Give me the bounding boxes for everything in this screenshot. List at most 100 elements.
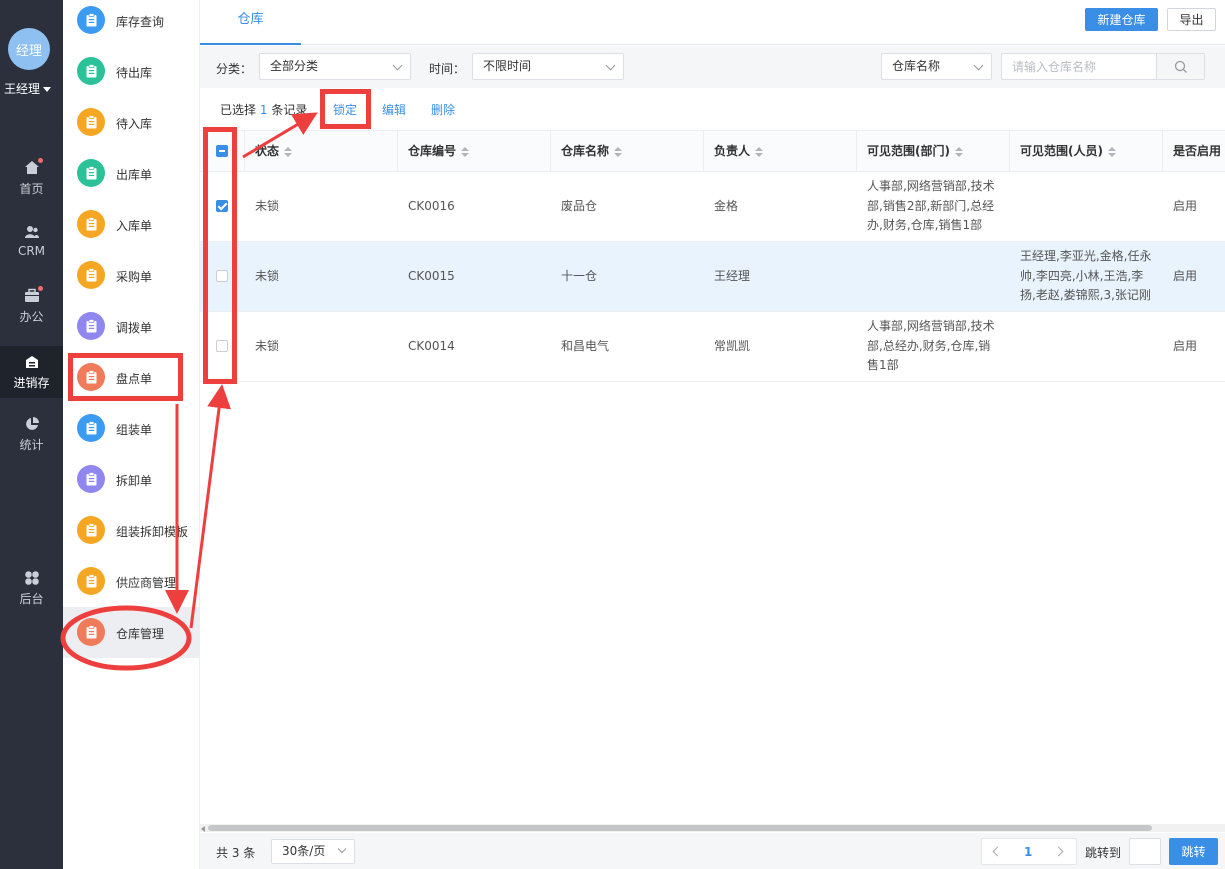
current-page[interactable]: 1 [1024,845,1032,859]
select-all-cell [200,131,245,172]
clipboard-icon [77,6,105,34]
menu-item[interactable]: 调拨单 [63,301,200,352]
pagination-bar: 共 3 条 30条/页 1 跳转到 跳转 [200,833,1225,869]
col-dept-scope[interactable]: 可见范围(部门) [857,131,1010,172]
col-name[interactable]: 仓库名称 [551,131,704,172]
menu-item[interactable]: 出库单 [63,148,200,199]
rail-item-home[interactable]: 首页 [0,158,63,212]
scrollbar-thumb[interactable] [208,825,1152,831]
rail-item-office[interactable]: 办公 [0,286,63,340]
row-checkbox[interactable] [216,270,228,282]
menu-item-label: 供应商管理 [116,576,177,590]
menu-item[interactable]: 拆卸单 [63,454,200,505]
category-select[interactable]: 全部分类 [259,53,411,80]
scroll-left-icon[interactable] [201,826,205,832]
chevron-down-icon [337,844,347,854]
app-rail: 经理 王经理 首页 CRM 办公 进销存 统计 后台 [0,0,63,869]
clipboard-icon [77,363,105,391]
lock-button[interactable]: 锁定 [333,101,357,118]
cell-people-scope: 王经理,李亚光,金格,任永帅,李四亮,小林,王浩,李扬,老赵,娄锦熙,3,张记刚 [1020,249,1152,303]
search-field-value: 仓库名称 [892,59,941,73]
menu-item[interactable]: 采购单 [63,250,200,301]
crm-icon [24,226,39,238]
search-button[interactable] [1156,54,1204,79]
table-header: 状态 仓库编号 仓库名称 负责人 可见范围(部门) 可见范围(人员) 是否启用 [200,130,1225,172]
rail-item-admin[interactable]: 后台 [0,570,63,622]
avatar[interactable]: 经理 [8,28,50,70]
menu-item-label: 采购单 [116,270,153,284]
user-menu[interactable]: 王经理 [4,80,60,97]
cell-enabled: 启用 [1173,268,1198,283]
select-all-checkbox[interactable] [216,145,228,157]
menu-item[interactable]: 供应商管理 [63,556,200,607]
sort-icon [284,146,293,157]
chevron-right-icon[interactable] [1053,846,1064,857]
row-checkbox[interactable] [216,200,228,212]
menu-item[interactable]: 组装拆卸模板 [63,505,200,556]
col-status[interactable]: 状态 [245,131,398,172]
search-icon [1174,60,1187,73]
grid-icon [24,571,39,585]
time-value: 不限时间 [483,59,532,73]
new-warehouse-button[interactable]: 新建仓库 [1085,8,1158,31]
menu-item[interactable]: 库存查询 [63,0,200,46]
cell-people-scope [1010,172,1163,241]
cell-owner: 王经理 [714,268,751,283]
table-row[interactable]: 未锁 CK0015 十一仓 王经理 王经理,李亚光,金格,任永帅,李四亮,小林,王浩,李… [200,242,1225,312]
col-label: 负责人 [714,144,751,158]
cell-people-scope [1010,312,1163,381]
search-box [1001,53,1205,80]
chevron-left-icon[interactable] [992,846,1003,857]
cell-code: CK0014 [408,338,455,353]
col-label: 是否启用 [1173,144,1222,158]
menu-item[interactable]: 盘点单 [63,352,200,403]
rail-label: 首页 [19,182,44,196]
chevron-down-icon [392,60,403,71]
menu-item[interactable]: 待入库 [63,97,200,148]
search-field-select[interactable]: 仓库名称 [881,53,992,80]
sort-icon [1107,146,1116,157]
search-input[interactable] [1002,54,1156,79]
jump-label: 跳转到 [1085,846,1122,860]
cell-status: 未锁 [255,198,280,213]
menu-item[interactable]: 组装单 [63,403,200,454]
sort-icon [614,146,623,157]
clipboard-icon [77,57,105,85]
delete-button[interactable]: 删除 [431,101,455,118]
col-label: 仓库编号 [408,144,457,158]
jump-button[interactable]: 跳转 [1169,838,1218,865]
menu-item-label: 仓库管理 [116,627,165,641]
total-count: 共 3 条 [216,846,256,860]
clipboard-icon [77,261,105,289]
col-owner[interactable]: 负责人 [704,131,857,172]
menu-item[interactable]: 仓库管理 [63,607,200,658]
page-size-select[interactable]: 30条/页 [271,839,355,864]
menu-item-label: 组装拆卸模板 [116,525,189,539]
table-row[interactable]: 未锁 CK0014 和昌电气 常凯凯 人事部,网络营销部,技术部,总经办,财务,仓库,销… [200,312,1225,382]
export-button[interactable]: 导出 [1167,8,1216,31]
col-label: 仓库名称 [561,144,610,158]
main-content: 仓库 新建仓库 导出 分类： 全部分类 时间： 不限时间 仓库名称 已选择 1 … [200,0,1225,869]
selected-prefix: 已选择 [220,103,257,117]
jump-page-input[interactable] [1129,838,1161,865]
col-enabled[interactable]: 是否启用 [1163,131,1225,172]
filter-bar: 分类： 全部分类 时间： 不限时间 仓库名称 [200,46,1225,88]
menu-item[interactable]: 待出库 [63,46,200,97]
horizontal-scrollbar[interactable] [200,824,1225,832]
rail-item-inventory[interactable]: 进销存 [0,346,63,398]
tab-warehouse[interactable]: 仓库 [200,0,301,45]
col-people-scope[interactable]: 可见范围(人员) [1010,131,1163,172]
table-row[interactable]: 未锁 CK0016 废品仓 金格 人事部,网络营销部,技术部,销售2部,新部门,总经办,… [200,172,1225,242]
rail-item-crm[interactable]: CRM [0,224,63,276]
briefcase-icon [24,288,39,302]
time-select[interactable]: 不限时间 [472,53,624,80]
col-label: 状态 [255,144,280,158]
col-code[interactable]: 仓库编号 [398,131,551,172]
row-checkbox[interactable] [216,340,228,352]
menu-item[interactable]: 入库单 [63,199,200,250]
category-value: 全部分类 [270,59,319,73]
clipboard-icon [77,414,105,442]
rail-item-stats[interactable]: 统计 [0,416,63,468]
chevron-down-icon [605,60,616,71]
edit-button[interactable]: 编辑 [382,101,406,118]
